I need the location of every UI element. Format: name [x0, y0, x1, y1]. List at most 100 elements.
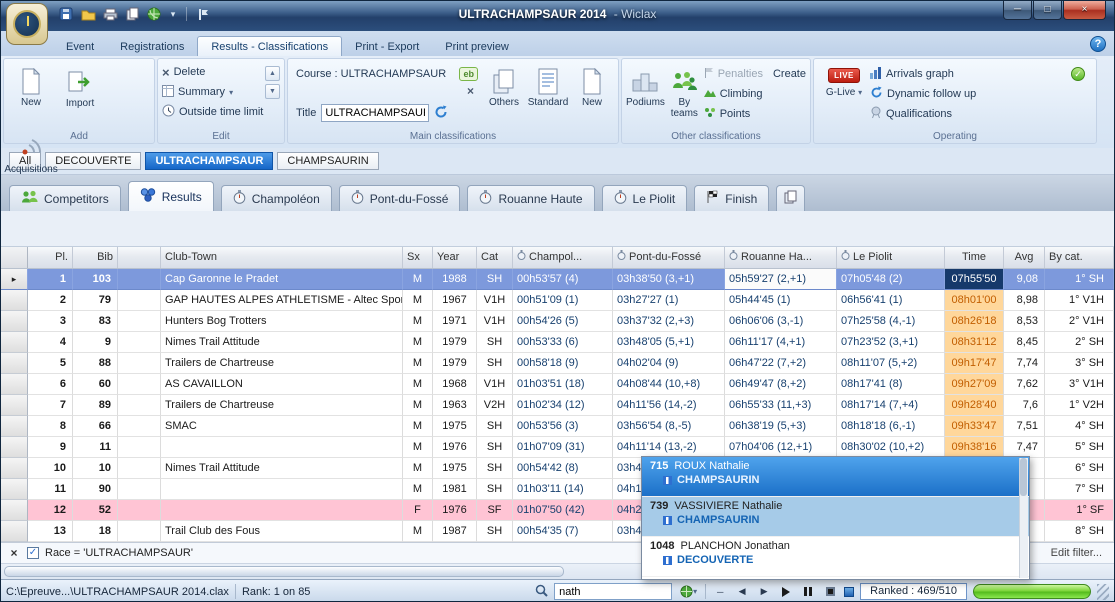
move-up-button[interactable]: ▲: [265, 66, 280, 81]
tab-champoleon[interactable]: Champoléon: [221, 185, 332, 211]
table-row[interactable]: 7 89 Trailers de Chartreuse M 1963 V2H 0…: [1, 395, 1114, 416]
minimize-button[interactable]: ─: [1003, 1, 1032, 20]
column-header-time[interactable]: Time: [945, 247, 1004, 268]
g-live-button[interactable]: LIVE G-Live ▾: [818, 62, 870, 129]
cell-rouanne-haute-time: 06h06'06 (3,-1): [725, 311, 837, 332]
play-button[interactable]: [778, 583, 794, 600]
table-row[interactable]: 8 66 SMAC M 1975 SH 00h53'56 (3) 03h56'5…: [1, 416, 1114, 437]
dynamic-follow-up-button[interactable]: Dynamic follow up: [870, 84, 1085, 104]
stop-button[interactable]: [822, 583, 838, 600]
next-button[interactable]: ▶: [756, 583, 772, 600]
column-header-bib[interactable]: Bib: [73, 247, 118, 268]
row-indicator[interactable]: [1, 395, 28, 416]
cell-blank: [118, 290, 161, 311]
column-header-rouanne-haute[interactable]: Rouanne Ha...: [725, 247, 837, 268]
column-header-avg[interactable]: Avg: [1004, 247, 1045, 268]
race-filter-ultrachampsaur[interactable]: ULTRACHAMPSAUR: [145, 152, 273, 170]
table-row[interactable]: 2 79 GAP HAUTES ALPES ATHLETISME - Altec…: [1, 290, 1114, 311]
race-filter-decouverte[interactable]: DECOUVERTE: [45, 152, 141, 170]
tab-event[interactable]: Event: [53, 37, 107, 56]
table-row[interactable]: 3 83 Hunters Bog Trotters M 1971 V1H 00h…: [1, 311, 1114, 332]
by-teams-button[interactable]: By teams: [665, 62, 704, 128]
remove-course-icon[interactable]: ×: [467, 84, 474, 98]
tab-results-classifications[interactable]: Results - Classifications: [197, 36, 342, 56]
help-icon[interactable]: ?: [1090, 36, 1106, 52]
delete-button[interactable]: × Delete: [162, 62, 265, 82]
column-header-blank[interactable]: [118, 247, 161, 268]
tab-finish[interactable]: Finish: [694, 185, 769, 211]
tab-print-preview[interactable]: Print preview: [432, 37, 522, 56]
row-indicator[interactable]: [1, 332, 28, 353]
row-indicator[interactable]: [1, 416, 28, 437]
row-indicator[interactable]: [1, 500, 28, 521]
column-header-pont-du-fosse[interactable]: Pont-du-Fossé: [613, 247, 725, 268]
classification-title-input[interactable]: [321, 104, 429, 122]
filter-close-icon[interactable]: ×: [7, 546, 21, 560]
race-filter-champsaurin[interactable]: CHAMPSAURIN: [277, 152, 378, 170]
search-result-item[interactable]: 715ROUX Nathalie CHAMPSAURIN: [642, 457, 1029, 497]
wiclax-logo-icon[interactable]: [6, 3, 48, 45]
tab-copy-view[interactable]: [776, 185, 805, 211]
others-classification-button[interactable]: Others: [482, 62, 526, 128]
previous-button[interactable]: ◀: [734, 583, 750, 600]
new-classification-button[interactable]: New: [570, 62, 614, 128]
outside-time-limit-button[interactable]: Outside time limit: [162, 102, 265, 122]
import-button[interactable]: Import: [57, 63, 103, 129]
close-button[interactable]: ×: [1063, 1, 1106, 20]
tab-print-export[interactable]: Print - Export: [342, 37, 432, 56]
popup-scrollbar-thumb[interactable]: [1020, 458, 1027, 496]
column-header-sx[interactable]: Sx: [403, 247, 433, 268]
resize-grip[interactable]: [1097, 584, 1109, 600]
search-input[interactable]: [554, 583, 672, 600]
summary-button[interactable]: Summary ▾: [162, 82, 265, 102]
maximize-button[interactable]: □: [1033, 1, 1062, 20]
standard-classification-button[interactable]: Standard: [526, 62, 570, 128]
table-row[interactable]: 9 11 M 1976 SH 01h07'09 (31) 04h11'14 (1…: [1, 437, 1114, 458]
filter-checkbox[interactable]: ✓: [27, 547, 39, 559]
arrivals-graph-button[interactable]: Arrivals graph ✓: [870, 64, 1085, 84]
podiums-button[interactable]: Podiums: [626, 62, 665, 128]
pause-button[interactable]: [800, 583, 816, 600]
row-indicator[interactable]: ▸: [1, 269, 28, 290]
column-header-pl[interactable]: Pl.: [28, 247, 73, 268]
new-competitor-button[interactable]: New: [8, 62, 54, 128]
qualifications-button[interactable]: Qualifications: [870, 104, 1085, 124]
climbing-button[interactable]: Climbing: [704, 84, 806, 104]
row-indicator[interactable]: [1, 437, 28, 458]
row-indicator[interactable]: [1, 353, 28, 374]
row-indicator[interactable]: [1, 521, 28, 542]
scope-globe-button[interactable]: ▾: [678, 583, 699, 600]
row-indicator[interactable]: [1, 374, 28, 395]
column-header-champoleon[interactable]: Champol...: [513, 247, 613, 268]
row-indicator[interactable]: [1, 311, 28, 332]
tab-registrations[interactable]: Registrations: [107, 37, 197, 56]
column-header-year[interactable]: Year: [433, 247, 477, 268]
penalties-button[interactable]: Penalties: [704, 64, 763, 84]
edit-filter-link[interactable]: Edit filter...: [1051, 547, 1108, 559]
row-indicator[interactable]: [1, 458, 28, 479]
tab-results[interactable]: Results: [128, 181, 214, 211]
points-button[interactable]: Points: [704, 104, 806, 124]
eb-badge-icon[interactable]: eb: [459, 67, 478, 81]
search-result-item[interactable]: 739VASSIVIERE Nathalie CHAMPSAURIN: [642, 497, 1029, 537]
move-down-button[interactable]: ▼: [265, 84, 280, 99]
scrollbar-thumb[interactable]: [4, 566, 564, 577]
row-indicator[interactable]: [1, 479, 28, 500]
column-header-by-cat[interactable]: By cat.: [1045, 247, 1114, 268]
link-button[interactable]: ─: [712, 583, 728, 600]
cell-year: 1976: [433, 500, 477, 521]
table-row[interactable]: 6 60 AS CAVAILLON M 1968 V1H 01h03'51 (1…: [1, 374, 1114, 395]
tab-le-piolit[interactable]: Le Piolit: [602, 185, 688, 211]
tab-rouanne-haute[interactable]: Rouanne Haute: [467, 185, 594, 211]
table-row[interactable]: 5 88 Trailers de Chartreuse M 1979 SH 00…: [1, 353, 1114, 374]
refresh-icon[interactable]: [434, 105, 448, 122]
column-header-club-town[interactable]: Club-Town: [161, 247, 403, 268]
table-row[interactable]: ▸ 1 103 Cap Garonne le Pradet M 1988 SH …: [1, 269, 1114, 290]
tab-pont-du-fosse[interactable]: Pont-du-Fossé: [339, 185, 461, 211]
row-indicator[interactable]: [1, 290, 28, 311]
column-header-cat[interactable]: Cat: [477, 247, 513, 268]
table-row[interactable]: 4 9 Nimes Trail Attitude M 1979 SH 00h53…: [1, 332, 1114, 353]
search-result-item[interactable]: 1048PLANCHON Jonathan DECOUVERTE: [642, 537, 1029, 577]
column-header-le-piolit[interactable]: Le Piolit: [837, 247, 945, 268]
stopwatch-icon: [841, 247, 850, 268]
